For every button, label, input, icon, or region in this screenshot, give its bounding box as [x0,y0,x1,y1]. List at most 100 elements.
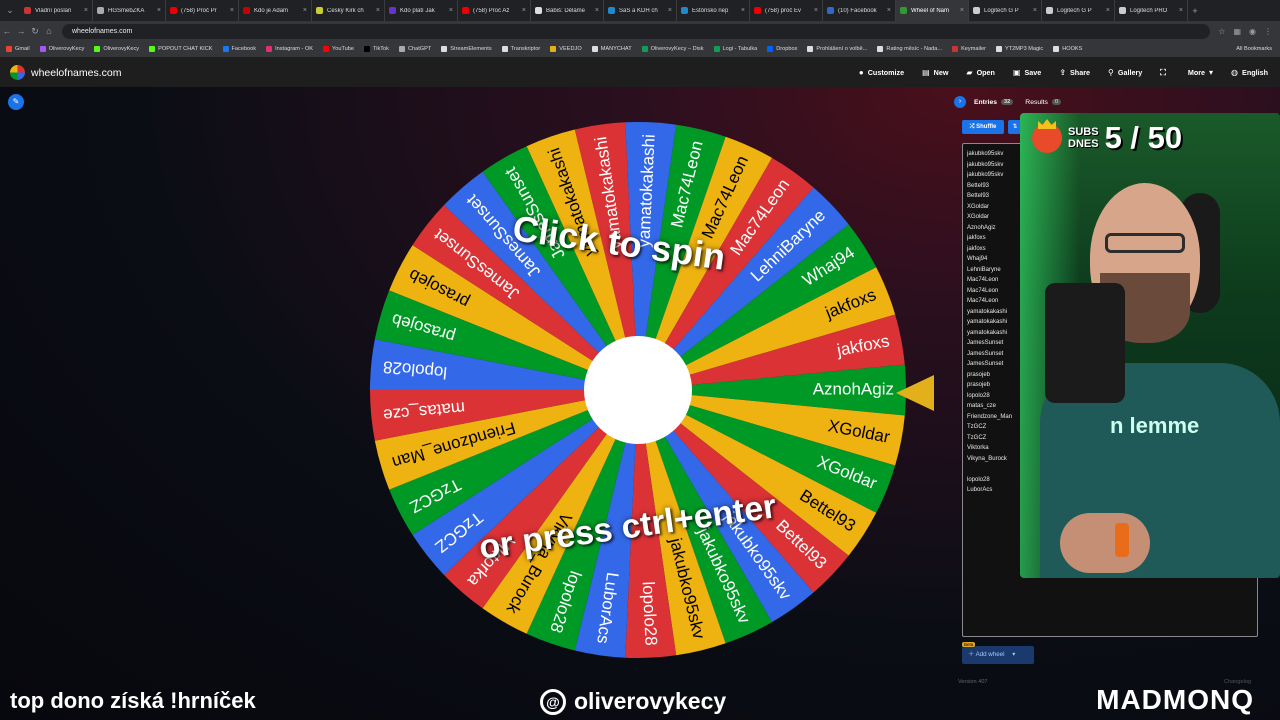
menu-save-button[interactable]: ▣ Save [1013,68,1041,78]
tab-search-icon[interactable]: ⌄ [0,5,20,16]
collapse-panel-icon[interactable]: › [954,96,966,108]
tab-close-icon[interactable]: × [960,7,964,14]
entry-line[interactable]: JamesSunset [967,338,1025,349]
edit-pencil-icon[interactable]: ✎ [8,94,24,110]
entry-line[interactable]: JamesSunset [967,349,1025,360]
tab-close-icon[interactable]: × [303,7,307,14]
browser-tab[interactable]: Babiš: Děláme × [531,0,604,21]
extensions-icon[interactable]: ▦ [1233,27,1241,36]
tab-close-icon[interactable]: × [376,7,380,14]
all-bookmarks[interactable]: All Bookmarks [1236,46,1272,52]
browser-tab[interactable]: Wheel of Nam × [896,0,969,21]
bookmark-item[interactable]: HOOKS [1053,46,1082,52]
entry-line[interactable]: JamesSunset [967,359,1025,370]
address-bar[interactable]: wheelofnames.com [62,23,1211,39]
browser-tab[interactable]: Kdo je Adam × [239,0,312,21]
profile-icon[interactable]: ◉ [1249,27,1256,36]
bookmark-item[interactable]: VEEDJO [550,46,582,52]
tab-entries[interactable]: Entries 32 [974,99,1014,106]
browser-tab[interactable]: SaS a KDH ch × [604,0,677,21]
entry-line[interactable]: matas_cze [967,401,1025,412]
entry-line[interactable]: Bettel93 [967,191,1025,202]
tab-results[interactable]: Results 0 [1025,99,1062,106]
entry-line[interactable]: yamatokakashi [967,317,1025,328]
tab-close-icon[interactable]: × [84,7,88,14]
entry-line[interactable]: AznohAgiz [967,223,1025,234]
bookmark-item[interactable]: Prohlášení o volbě... [807,46,867,52]
menu-gallery-button[interactable]: ⚲ Gallery [1108,68,1142,78]
entry-line[interactable]: Bettel93 [967,181,1025,192]
wheel-hub[interactable] [584,336,692,444]
dropdown-chevron-icon[interactable]: ▾ [1012,651,1015,658]
entry-line[interactable]: jakubko95skv [967,149,1025,160]
browser-tab[interactable]: Vládní poslan × [20,0,93,21]
browser-tab[interactable]: (758) Proč Pr × [166,0,239,21]
browser-tab[interactable]: Logitech PRO × [1115,0,1188,21]
entry-line[interactable]: XGoldar [967,202,1025,213]
entry-line[interactable]: Mac74Leon [967,286,1025,297]
entry-line[interactable]: LehniBaryne [967,265,1025,276]
tab-close-icon[interactable]: × [1179,7,1183,14]
bookmark-item[interactable]: ChatGPT [398,46,431,52]
menu-english-button[interactable]: ◍ English [1231,68,1268,78]
browser-tab[interactable]: Estónsko nep × [677,0,750,21]
reload-icon[interactable]: ↻ [28,26,42,37]
bookmark-item[interactable]: Rating měsíc - Nada... [877,46,942,52]
menu-new-button[interactable]: ▤ New [922,68,948,78]
entry-line[interactable]: Whaj94 [967,254,1025,265]
entry-line[interactable]: Friendzone_Man [967,412,1025,423]
tab-close-icon[interactable]: × [741,7,745,14]
browser-tab[interactable]: Logitech G P × [969,0,1042,21]
bookmark-item[interactable]: MANYCHAT [591,46,632,52]
bookmark-item[interactable]: Gmail [6,46,30,52]
bookmark-item[interactable]: OliverovyKecy [94,46,139,52]
bookmark-item[interactable]: Keymailer [952,46,986,52]
tab-close-icon[interactable]: × [595,7,599,14]
wheel[interactable]: AznohAgizXGoldarXGoldarBettel93Bettel93j… [368,120,908,660]
entry-line[interactable]: LuborAcs [967,485,1025,496]
entry-line[interactable]: lopolo28 [967,475,1025,486]
entry-line[interactable]: Mac74Leon [967,275,1025,286]
browser-tab[interactable]: (10) Facebook × [823,0,896,21]
menu-customize-button[interactable]: ● Customize [859,68,904,78]
entry-line[interactable]: Mac74Leon [967,296,1025,307]
bookmark-item[interactable]: Facebook [222,46,256,52]
entry-line[interactable]: jakubko95skv [967,160,1025,171]
back-icon[interactable]: ← [0,26,14,36]
bookmark-item[interactable]: YouTube [323,46,354,52]
browser-tab[interactable]: Český Kirk ch × [312,0,385,21]
entry-line[interactable]: jakubko95skv [967,170,1025,181]
tab-close-icon[interactable]: × [157,7,161,14]
bookmark-item[interactable]: TikTok [364,46,389,52]
tab-close-icon[interactable]: × [522,7,526,14]
entry-line[interactable]: TzGCZ [967,422,1025,433]
bookmark-item[interactable]: YT2MP3 Magic [995,46,1043,52]
bookmark-item[interactable]: POPOUT CHAT KICK [149,46,213,52]
site-logo[interactable]: wheelofnames.com [10,65,121,80]
bookmark-item[interactable]: OliverovyKecy [39,46,84,52]
entry-line[interactable]: TzGCZ [967,433,1025,444]
bookmark-item[interactable]: Instagram - OK [266,46,313,52]
tab-close-icon[interactable]: × [668,7,672,14]
menu-share-button[interactable]: ⇪ Share [1059,68,1090,78]
add-wheel-button[interactable]: ＋ Add wheel ▾ [962,646,1034,664]
entry-line[interactable]: yamatokakashi [967,307,1025,318]
tab-close-icon[interactable]: × [449,7,453,14]
entry-line[interactable]: lopolo28 [967,391,1025,402]
bookmark-item[interactable]: OliverovyKecy – Disk [641,46,704,52]
browser-tab[interactable]: (758) Proč Až × [458,0,531,21]
shuffle-button[interactable]: ⤮ Shuffle [962,120,1004,134]
kebab-menu-icon[interactable]: ⋮ [1264,27,1272,36]
entry-line[interactable]: Viktorka [967,443,1025,454]
entry-line[interactable]: jakfoxs [967,244,1025,255]
tab-close-icon[interactable]: × [1033,7,1037,14]
bookmark-item[interactable]: StreamElements [441,46,492,52]
entry-line[interactable]: prasojeb [967,370,1025,381]
browser-tab[interactable]: HGSmebZKA × [93,0,166,21]
tab-close-icon[interactable]: × [1106,7,1110,14]
entry-line[interactable]: jakfoxs [967,233,1025,244]
browser-tab[interactable]: (758) proč Ev × [750,0,823,21]
bookmark-item[interactable]: Logi - Tabulka [713,46,757,52]
browser-tab[interactable]: Logitech G P × [1042,0,1115,21]
menu-open-button[interactable]: ▰ Open [966,68,995,78]
